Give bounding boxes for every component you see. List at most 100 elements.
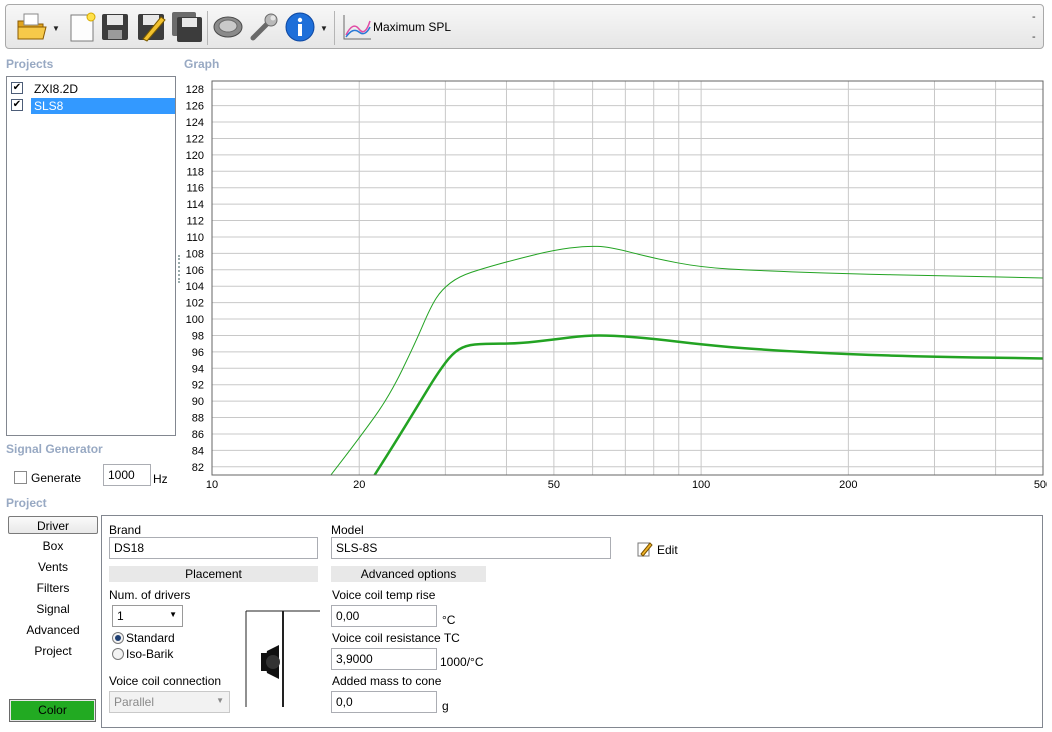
coil-connection-select[interactable]: Parallel ▼ bbox=[109, 691, 230, 713]
new-document-icon[interactable] bbox=[66, 11, 98, 43]
y-tick-label: 128 bbox=[186, 84, 204, 96]
y-tick-label: 90 bbox=[192, 396, 204, 408]
edit-button-label[interactable]: Edit bbox=[657, 543, 678, 557]
y-tick-label: 84 bbox=[192, 445, 204, 457]
project-item-sls8[interactable]: ✔ SLS8 bbox=[9, 97, 175, 114]
x-tick-label: 20 bbox=[353, 479, 365, 491]
project-item-zxi8-2d[interactable]: ✔ ZXI8.2D bbox=[9, 80, 175, 97]
open-folder-icon[interactable] bbox=[16, 11, 48, 43]
edit-pencil-icon[interactable] bbox=[637, 541, 653, 557]
vc-temp-label: Voice coil temp rise bbox=[332, 588, 436, 602]
y-tick-label: 94 bbox=[192, 363, 204, 375]
placement-header: Placement bbox=[109, 566, 318, 582]
x-tick-label: 50 bbox=[548, 479, 560, 491]
y-tick-label: 114 bbox=[186, 199, 204, 211]
save-all-icon[interactable] bbox=[171, 11, 203, 43]
vc-temp-unit: °C bbox=[442, 613, 456, 627]
x-tick-label: 200 bbox=[839, 479, 857, 491]
tab-driver[interactable]: Driver bbox=[8, 516, 98, 534]
generate-label: Generate bbox=[31, 471, 82, 485]
vc-resistance-field[interactable]: 3,9000 bbox=[331, 648, 437, 670]
grid-layer bbox=[211, 81, 1044, 475]
open-dropdown-arrow[interactable]: ▼ bbox=[52, 24, 60, 33]
spl-curve-2 bbox=[373, 334, 1043, 475]
project-name: SLS8 bbox=[31, 98, 175, 114]
coil-connection-value: Parallel bbox=[114, 695, 155, 709]
series-lines bbox=[330, 245, 1043, 475]
isobarik-radio[interactable] bbox=[112, 648, 124, 660]
toolbar-separator bbox=[207, 11, 208, 45]
frequency-unit: Hz bbox=[153, 472, 168, 486]
y-tick-label: 82 bbox=[192, 462, 204, 474]
brand-field[interactable]: DS18 bbox=[109, 537, 318, 559]
y-tick-label: 100 bbox=[186, 314, 204, 326]
standard-radio[interactable] bbox=[112, 632, 124, 644]
chevron-down-icon: ▼ bbox=[216, 696, 224, 705]
tab-vents[interactable]: Vents bbox=[8, 558, 98, 576]
y-tick-label: 108 bbox=[186, 248, 204, 260]
y-tick-label: 106 bbox=[186, 265, 204, 277]
chevron-down-icon: ▼ bbox=[169, 610, 177, 619]
vc-resistance-label: Voice coil resistance TC bbox=[332, 631, 460, 645]
tab-signal[interactable]: Signal bbox=[8, 600, 98, 618]
num-drivers-select[interactable]: 1 ▼ bbox=[112, 605, 183, 627]
num-drivers-value: 1 bbox=[117, 609, 124, 623]
tab-project[interactable]: Project bbox=[8, 642, 98, 660]
y-tick-label: 110 bbox=[186, 232, 204, 244]
spl-graph[interactable]: 82 84 86 88 90 92 94 96 98 100 102 104 106 108 110 112 1… bbox=[179, 76, 1052, 494]
y-tick-label: 88 bbox=[192, 413, 204, 425]
model-label: Model bbox=[331, 523, 364, 537]
num-drivers-label: Num. of drivers bbox=[109, 588, 191, 602]
maximum-spl-label[interactable]: Maximum SPL bbox=[373, 20, 451, 34]
info-icon[interactable] bbox=[284, 11, 316, 43]
x-tick-label: 100 bbox=[692, 479, 710, 491]
maximum-spl-graph-icon[interactable] bbox=[341, 11, 373, 43]
toolbar: ▼ ▼ Maximum SPL - - bbox=[5, 4, 1044, 49]
graph-title: Graph bbox=[184, 57, 220, 71]
x-tick-label: 10 bbox=[206, 479, 218, 491]
y-tick-label: 118 bbox=[186, 166, 204, 178]
generator-frequency-input[interactable]: 1000 bbox=[103, 464, 151, 486]
y-tick-label: 116 bbox=[186, 183, 204, 195]
y-tick-labels: 82 84 86 88 90 92 94 96 98 100 102 104 106 108 110 112 1… bbox=[186, 84, 204, 474]
color-button[interactable]: Color bbox=[9, 699, 96, 722]
generate-checkbox[interactable] bbox=[14, 471, 27, 484]
added-mass-unit: g bbox=[442, 699, 449, 713]
project-tabs: Driver Box Vents Filters Signal Advanced… bbox=[6, 514, 100, 728]
y-tick-label: 96 bbox=[192, 347, 204, 359]
isobarik-label: Iso-Barik bbox=[126, 647, 174, 661]
y-tick-label: 126 bbox=[186, 101, 204, 113]
driver-panel: Brand DS18 Model SLS-8S Edit Placement N… bbox=[101, 515, 1043, 728]
save-icon[interactable] bbox=[99, 11, 131, 43]
standard-label: Standard bbox=[126, 631, 175, 645]
tab-box[interactable]: Box bbox=[8, 537, 98, 555]
brand-label: Brand bbox=[109, 523, 142, 537]
projects-list[interactable]: ✔ ZXI8.2D ✔ SLS8 bbox=[6, 76, 176, 436]
advanced-options-header: Advanced options bbox=[331, 566, 486, 582]
y-tick-label: 98 bbox=[192, 330, 204, 342]
x-tick-label: 500 bbox=[1034, 479, 1047, 491]
info-dropdown-arrow[interactable]: ▼ bbox=[320, 24, 328, 33]
y-tick-label: 102 bbox=[186, 298, 204, 310]
graph-canvas: 82 84 86 88 90 92 94 96 98 100 102 104 106 108 110 112 1… bbox=[186, 80, 1052, 491]
y-tick-label: 120 bbox=[186, 150, 204, 162]
y-tick-label: 122 bbox=[186, 133, 204, 145]
added-mass-field[interactable]: 0,0 bbox=[331, 691, 437, 713]
y-tick-label: 92 bbox=[192, 380, 204, 392]
model-field[interactable]: SLS-8S bbox=[331, 537, 611, 559]
x-tick-labels: 10 20 50 100 200 500 bbox=[206, 479, 1052, 491]
project-checkbox[interactable]: ✔ bbox=[11, 82, 23, 94]
save-as-pencil-icon[interactable] bbox=[135, 11, 167, 43]
project-checkbox[interactable]: ✔ bbox=[11, 99, 23, 111]
tab-filters[interactable]: Filters bbox=[8, 579, 98, 597]
status-dash-bottom: - bbox=[1032, 31, 1036, 43]
speaker-driver-icon[interactable] bbox=[212, 11, 244, 43]
wrench-icon[interactable] bbox=[248, 11, 280, 43]
tab-advanced[interactable]: Advanced bbox=[8, 621, 98, 639]
status-dash-top: - bbox=[1032, 11, 1036, 23]
vc-temp-field[interactable]: 0,00 bbox=[331, 605, 437, 627]
y-tick-label: 86 bbox=[192, 429, 204, 441]
toolbar-separator bbox=[334, 11, 335, 45]
project-section-title: Project bbox=[6, 496, 47, 510]
y-tick-label: 104 bbox=[186, 281, 204, 293]
